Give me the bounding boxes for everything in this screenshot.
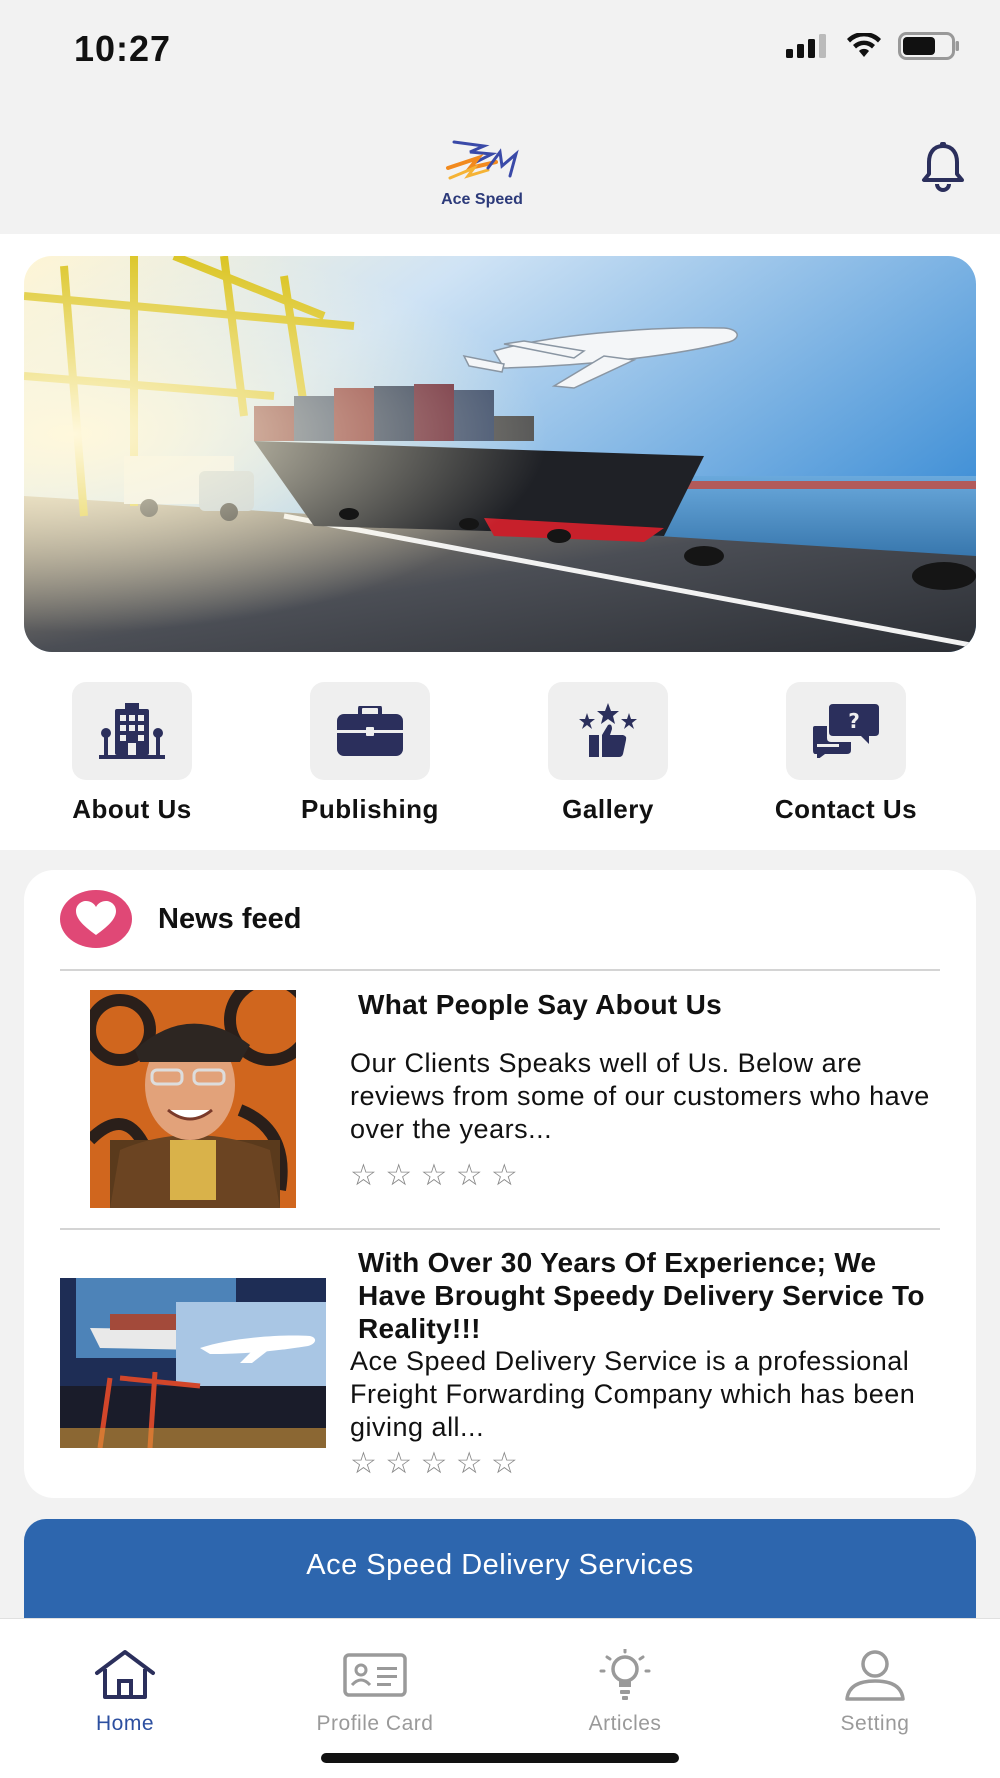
article-2-star-rating[interactable]: ☆ ☆ ☆ ☆ ☆ <box>350 1446 950 1481</box>
article-1-body: Our Clients Speaks well of Us. Below are… <box>350 1048 930 1144</box>
article-2-text: With Over 30 Years Of Experience; We Hav… <box>350 1246 950 1481</box>
lightbulb-icon <box>599 1647 651 1700</box>
news-feed-card: News feed What People Say About Us Our C… <box>24 870 976 1498</box>
logistics-hero-illustration <box>24 256 976 652</box>
thumbs-up-stars-icon <box>579 703 637 757</box>
signal-icon <box>786 34 826 58</box>
tab-home[interactable]: Home <box>0 1649 250 1736</box>
user-icon <box>845 1650 905 1701</box>
gallery-icon-box <box>548 682 668 780</box>
tab-setting-label: Setting <box>840 1712 910 1735</box>
tab-articles-label: Articles <box>588 1712 662 1735</box>
gallery-label: Gallery <box>562 794 654 824</box>
publishing-button[interactable]: Publishing <box>251 682 489 825</box>
publishing-label: Publishing <box>301 794 439 824</box>
article-1-thumbnail <box>90 990 296 1208</box>
heart-icon <box>76 901 116 935</box>
contact-us-icon-box: ? <box>786 682 906 780</box>
tab-articles[interactable]: Articles <box>500 1647 750 1736</box>
notification-bell-button[interactable] <box>920 142 966 197</box>
article-2-thumbnail <box>60 1268 326 1448</box>
tab-home-label: Home <box>95 1712 155 1735</box>
about-us-icon-box <box>72 682 192 780</box>
news-feed-title: News feed <box>158 902 302 935</box>
article-1-star-rating[interactable]: ☆ ☆ ☆ ☆ ☆ <box>350 1158 950 1193</box>
contact-us-label: Contact Us <box>774 794 918 824</box>
status-icons <box>786 32 960 60</box>
bell-icon <box>922 142 964 192</box>
status-bar: 10:27 <box>0 0 1000 100</box>
article-2-body: Ace Speed Delivery Service is a professi… <box>350 1346 916 1442</box>
building-icon <box>99 703 165 759</box>
article-1-title: What People Say About Us <box>358 989 722 1020</box>
ace-speed-logo: Ace Speed <box>434 138 530 209</box>
id-card-icon <box>343 1653 407 1697</box>
logo-text: Ace Speed <box>441 191 523 208</box>
publishing-icon-box <box>310 682 430 780</box>
svg-text:?: ? <box>848 709 860 733</box>
shipping-collage-photo <box>60 1268 326 1448</box>
home-indicator <box>321 1753 679 1763</box>
quick-links: About Us Publishing Gallery ? Contact Us <box>0 682 1000 825</box>
tab-setting[interactable]: Setting <box>750 1649 1000 1736</box>
article-1-text: What People Say About Us Our Clients Spe… <box>350 988 950 1193</box>
ace-speed-delivery-services-button[interactable]: Ace Speed Delivery Services <box>24 1519 976 1619</box>
about-us-button[interactable]: About Us <box>13 682 251 825</box>
status-time: 10:27 <box>74 28 172 69</box>
tab-profile-card[interactable]: Profile Card <box>250 1649 500 1736</box>
about-us-label: About Us <box>72 794 192 824</box>
gallery-button[interactable]: Gallery <box>489 682 727 825</box>
heart-badge <box>60 890 132 948</box>
wifi-icon <box>847 33 881 57</box>
home-icon <box>95 1650 155 1699</box>
cta-label: Ace Speed Delivery Services <box>306 1548 694 1581</box>
app-header: Ace Speed <box>0 100 1000 234</box>
news-divider <box>60 1228 940 1230</box>
news-divider <box>60 969 940 971</box>
hero-banner-image <box>24 256 976 652</box>
briefcase-icon <box>337 706 403 756</box>
tab-profile-card-label: Profile Card <box>316 1712 434 1735</box>
article-2-title: With Over 30 Years Of Experience; We Hav… <box>358 1247 925 1344</box>
smiling-man-photo <box>90 990 296 1208</box>
chat-question-icon: ? <box>813 704 879 758</box>
logo-mark-icon <box>446 140 519 180</box>
contact-us-button[interactable]: ? Contact Us <box>727 682 965 825</box>
news-feed-header: News feed <box>60 890 301 948</box>
battery-icon <box>898 32 959 60</box>
news-article-2[interactable]: With Over 30 Years Of Experience; We Hav… <box>60 1246 940 1486</box>
news-article-1[interactable]: What People Say About Us Our Clients Spe… <box>60 988 940 1218</box>
